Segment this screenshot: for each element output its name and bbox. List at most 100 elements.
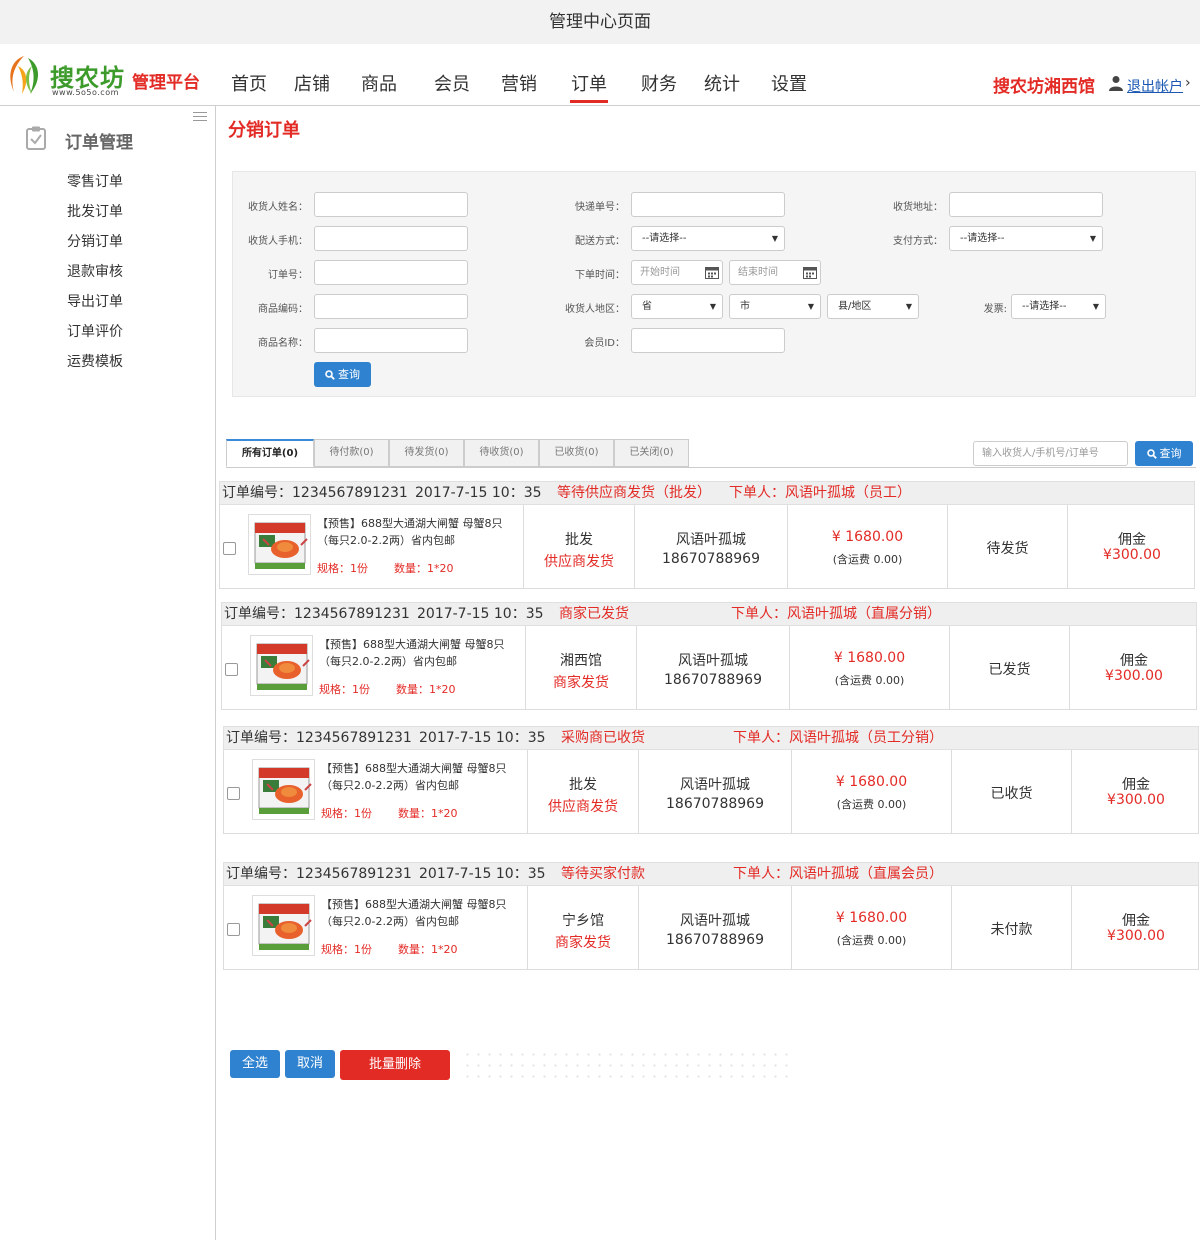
sidebar-item-order-reviews[interactable]: 订单评价 xyxy=(67,321,123,341)
nav-products[interactable]: 商品 xyxy=(361,70,397,96)
tab-received[interactable]: 已收货(0) xyxy=(539,439,614,467)
sidebar-item-export-orders[interactable]: 导出订单 xyxy=(67,291,123,311)
end-time-input[interactable]: 结束时间 xyxy=(729,260,821,285)
invoice-select[interactable]: --请选择-- ▼ xyxy=(1011,294,1106,319)
product-spec: 规格：1份 数量：1*20 xyxy=(317,560,454,576)
receiver-name: 风语叶孤城 xyxy=(680,913,750,929)
quick-search-button[interactable]: 查询 xyxy=(1135,441,1193,466)
calendar-icon[interactable] xyxy=(803,266,817,279)
receiver-name-input[interactable] xyxy=(314,192,468,217)
header: 搜农坊 www.5o5o.com 管理平台 首页 店铺 商品 会员 营销 订单 … xyxy=(0,44,1200,106)
freight-note: (含运费 0.00) xyxy=(834,674,905,687)
product-thumbnail[interactable] xyxy=(252,759,315,820)
price-cell: ¥ 1680.00 (含运费 0.00) xyxy=(789,626,949,710)
filter-panel: 收货人姓名： 快递单号： 收货地址： 收货人手机： 配送方式： --请选择-- … xyxy=(232,171,1196,397)
tab-all-orders[interactable]: 所有订单(0) xyxy=(226,439,314,467)
price-cell: ¥ 1680.00 (含运费 0.00) xyxy=(787,505,947,589)
province-select[interactable]: 省 ▼ xyxy=(631,294,723,319)
order-state: 待发货 xyxy=(986,541,1029,557)
search-icon xyxy=(325,370,335,380)
sidebar-item-distribution-orders[interactable]: 分销订单 xyxy=(67,231,123,251)
product-code-input[interactable] xyxy=(314,294,468,319)
order-time: 2017-7-15 10：35 xyxy=(415,485,542,501)
tab-pending-payment[interactable]: 待付款(0) xyxy=(314,439,389,467)
product-name[interactable]: 【预售】688型大通湖大闸蟹 母蟹8只（每只2.0-2.2两）省内包邮 xyxy=(317,515,517,549)
commission-amount: ¥300.00 xyxy=(1107,928,1165,944)
logout-link[interactable]: 退出帐户 xyxy=(1127,76,1183,96)
calendar-icon[interactable] xyxy=(705,266,719,279)
order-select-checkbox[interactable] xyxy=(225,663,238,676)
start-time-input[interactable]: 开始时间 xyxy=(631,260,723,285)
nav-finance[interactable]: 财务 xyxy=(641,70,677,96)
member-id-input[interactable] xyxy=(631,328,785,353)
nav-store[interactable]: 店铺 xyxy=(294,70,330,96)
tab-pending-receipt[interactable]: 待收货(0) xyxy=(464,439,539,467)
start-time-placeholder: 开始时间 xyxy=(640,267,680,278)
brand-platform: 管理平台 xyxy=(132,73,200,93)
delivery-label: 配送方式： xyxy=(575,236,625,247)
address-input[interactable] xyxy=(949,192,1103,217)
delivery-select[interactable]: --请选择-- ▼ xyxy=(631,226,785,251)
sidebar-item-wholesale-orders[interactable]: 批发订单 xyxy=(67,201,123,221)
order-select-checkbox[interactable] xyxy=(223,542,236,555)
nav-settings[interactable]: 设置 xyxy=(771,70,807,96)
batch-delete-button[interactable]: 批量删除 xyxy=(340,1050,450,1080)
receiver-phone-label: 收货人手机： xyxy=(248,236,308,247)
invoice-select-value: --请选择-- xyxy=(1022,301,1067,312)
region-label: 收货人地区： xyxy=(565,304,625,315)
cancel-button[interactable]: 取消 xyxy=(285,1050,335,1078)
order-card: 订单编号：1234567891231 2017-7-15 10：35 等待供应商… xyxy=(219,481,1195,589)
status-cell: 已收货 xyxy=(951,750,1071,834)
order-time: 2017-7-15 10：35 xyxy=(417,606,544,622)
product-spec-size: 规格：1份 xyxy=(321,807,372,820)
nav-home[interactable]: 首页 xyxy=(231,70,267,96)
express-no-input[interactable] xyxy=(631,192,785,217)
order-type: 宁乡馆 xyxy=(562,913,604,929)
order-select-checkbox[interactable] xyxy=(227,787,240,800)
order-header: 订单编号：1234567891231 2017-7-15 10：35 采购商已收… xyxy=(223,726,1199,750)
end-time-placeholder: 结束时间 xyxy=(738,267,778,278)
district-select[interactable]: 县/地区 ▼ xyxy=(827,294,919,319)
select-all-button[interactable]: 全选 xyxy=(230,1050,280,1078)
product-name-label: 商品名称： xyxy=(258,338,308,349)
product-name-input[interactable] xyxy=(314,328,468,353)
payment-select[interactable]: --请选择-- ▼ xyxy=(949,226,1103,251)
order-price: ¥ 1680.00 xyxy=(835,910,908,926)
nav-stats[interactable]: 统计 xyxy=(704,70,740,96)
product-name[interactable]: 【预售】688型大通湖大闸蟹 母蟹8只（每只2.0-2.2两）省内包邮 xyxy=(321,896,521,930)
province-select-value: 省 xyxy=(642,301,652,312)
tab-closed[interactable]: 已关闭(0) xyxy=(614,439,689,467)
query-button[interactable]: 查询 xyxy=(314,362,371,387)
city-select[interactable]: 市 ▼ xyxy=(729,294,821,319)
nav-orders[interactable]: 订单 xyxy=(571,70,607,96)
receiver-name: 风语叶孤城 xyxy=(676,532,746,548)
receiver-phone-input[interactable] xyxy=(314,226,468,251)
order-type: 批发 xyxy=(569,777,597,793)
order-no-input[interactable] xyxy=(314,260,468,285)
order-type-cell: 湘西馆 商家发货 xyxy=(525,626,636,710)
brand-logo[interactable]: 搜农坊 www.5o5o.com 管理平台 xyxy=(2,52,212,100)
product-quantity: 数量：1*20 xyxy=(396,683,456,696)
commission-cell: 佣金 ¥300.00 xyxy=(1071,886,1200,970)
nav-marketing[interactable]: 营销 xyxy=(501,70,537,96)
price-cell: ¥ 1680.00 (含运费 0.00) xyxy=(791,886,951,970)
product-thumbnail[interactable] xyxy=(248,514,311,575)
order-buyer: 下单人：风语叶孤城（员工） xyxy=(729,485,911,501)
product-spec-size: 规格：1份 xyxy=(317,562,368,575)
menu-icon[interactable] xyxy=(193,112,207,122)
search-icon xyxy=(1146,449,1157,459)
sidebar-item-refund-review[interactable]: 退款审核 xyxy=(67,261,123,281)
product-thumbnail[interactable] xyxy=(252,895,315,956)
city-select-value: 市 xyxy=(740,301,750,312)
nav-members[interactable]: 会员 xyxy=(434,70,470,96)
product-name[interactable]: 【预售】688型大通湖大闸蟹 母蟹8只（每只2.0-2.2两）省内包邮 xyxy=(319,636,519,670)
sidebar-item-shipping-templates[interactable]: 运费模板 xyxy=(67,351,123,371)
tab-pending-shipment[interactable]: 待发货(0) xyxy=(389,439,464,467)
product-name[interactable]: 【预售】688型大通湖大闸蟹 母蟹8只（每只2.0-2.2两）省内包邮 xyxy=(321,760,521,794)
order-select-checkbox[interactable] xyxy=(227,923,240,936)
product-thumbnail[interactable] xyxy=(250,635,313,696)
freight-note: (含运费 0.00) xyxy=(836,934,907,947)
quick-search-input[interactable]: 输入收货人/手机号/订单号 xyxy=(973,441,1128,466)
receiver-cell: 风语叶孤城 18670788969 xyxy=(638,750,791,834)
sidebar-item-retail-orders[interactable]: 零售订单 xyxy=(67,171,123,191)
